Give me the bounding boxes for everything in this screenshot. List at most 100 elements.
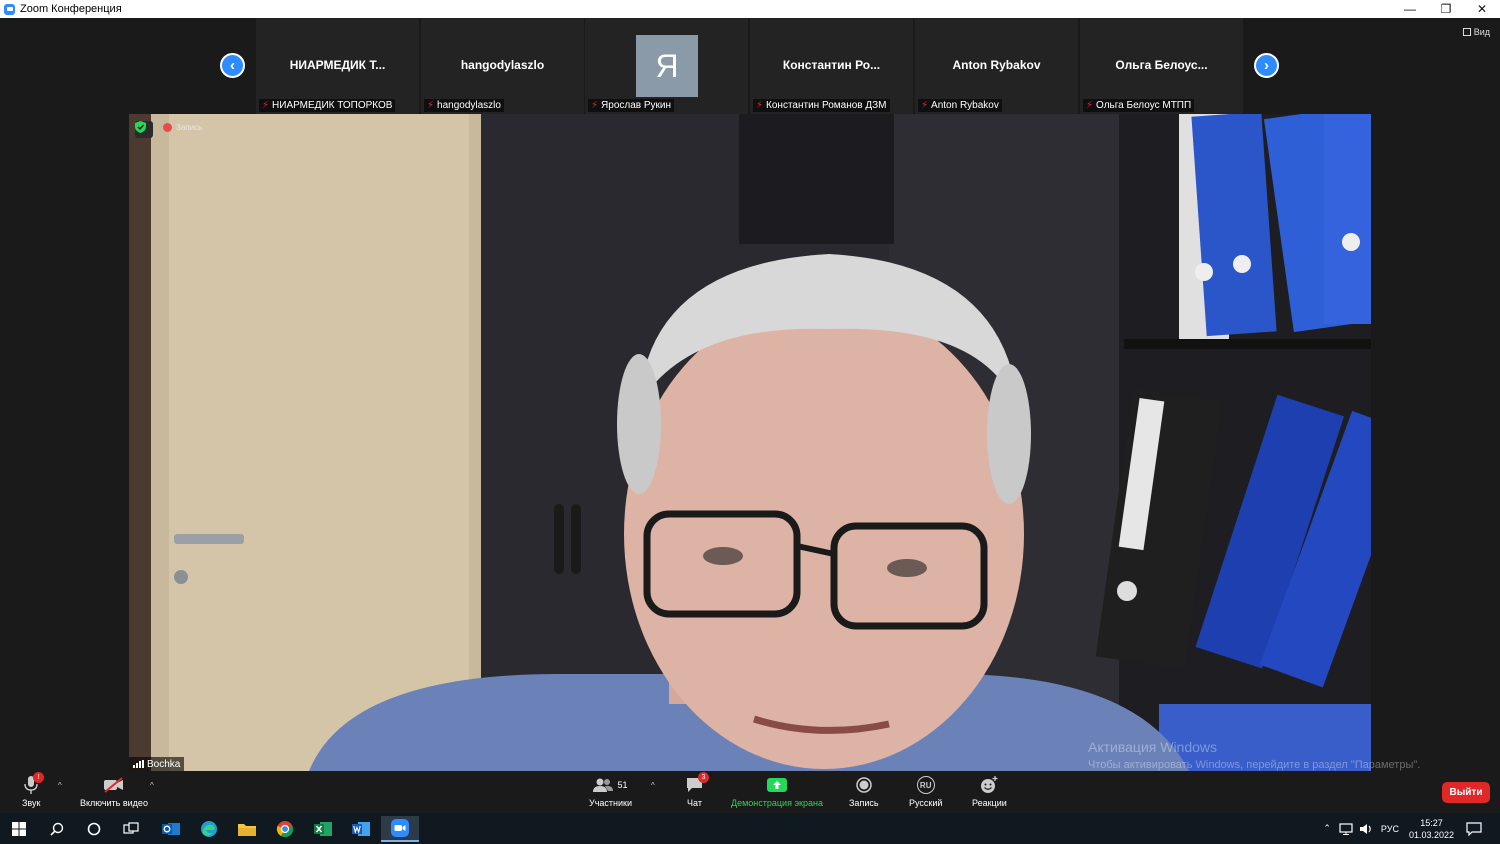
task-view-button[interactable] bbox=[112, 816, 150, 842]
video-off-icon bbox=[103, 777, 123, 793]
participant-display-name: hangodylaszlo bbox=[460, 58, 545, 72]
video-frame-image bbox=[129, 114, 1371, 771]
participant-tile[interactable]: Anton Rybakov ⚡ Anton Rybakov bbox=[915, 18, 1078, 114]
gallery-prev-button[interactable]: ‹ bbox=[220, 53, 245, 78]
reactions-button[interactable]: Реакции bbox=[972, 775, 1007, 808]
chat-button[interactable]: 3 Чат bbox=[686, 772, 709, 808]
clock-time: 15:27 bbox=[1420, 817, 1443, 828]
taskbar-edge[interactable] bbox=[190, 816, 228, 842]
recording-dot-icon bbox=[163, 123, 172, 132]
participant-display-name: НИАРМЕДИК Т... bbox=[289, 58, 386, 72]
windows-taskbar: ⌃ РУС 15:27 01.03.2022 bbox=[0, 813, 1500, 844]
participants-icon bbox=[593, 778, 614, 792]
record-button[interactable]: Запись bbox=[849, 775, 879, 808]
share-screen-icon bbox=[766, 778, 787, 792]
share-screen-label: Демонстрация экрана bbox=[731, 798, 823, 808]
taskbar-outlook[interactable] bbox=[152, 816, 190, 842]
excel-icon bbox=[314, 822, 332, 836]
participant-tile[interactable]: Я ⚡ Ярослав Рукин bbox=[585, 18, 748, 114]
participant-name-tag: ⚡ Ольга Белоус МТПП bbox=[1083, 99, 1195, 112]
chrome-icon bbox=[276, 821, 294, 838]
window-titlebar: Zoom Конференция — ❐ ✕ bbox=[0, 0, 1500, 18]
participant-avatar: Я bbox=[636, 35, 698, 97]
start-video-button[interactable]: Включить видео bbox=[80, 775, 148, 808]
participant-name-tag: ⚡ НИАРМЕДИК ТОПОРКОВ bbox=[259, 99, 396, 112]
participant-tile[interactable]: НИАРМЕДИК Т... ⚡ НИАРМЕДИК ТОПОРКОВ bbox=[256, 18, 419, 114]
participant-tile[interactable]: Ольга Белоус... ⚡ Ольга Белоус МТПП bbox=[1080, 18, 1243, 114]
search-icon bbox=[50, 822, 64, 836]
record-label: Запись bbox=[849, 798, 879, 808]
audio-label: Звук bbox=[22, 798, 41, 808]
participants-options-caret-icon[interactable]: ^ bbox=[651, 781, 655, 790]
encryption-shield-icon[interactable] bbox=[135, 121, 153, 138]
share-screen-button[interactable]: Демонстрация экрана bbox=[731, 775, 823, 808]
participant-display-name: Anton Rybakov bbox=[952, 58, 1041, 72]
task-view-icon bbox=[123, 822, 139, 834]
participant-tile[interactable]: hangodylaszlo ⚡ hangodylaszlo bbox=[421, 18, 584, 114]
notifications-icon[interactable] bbox=[1466, 821, 1482, 836]
speaker-name: Bochka bbox=[147, 758, 181, 770]
clock-date: 01.03.2022 bbox=[1408, 829, 1454, 840]
language-interpretation-button[interactable]: RU Русский bbox=[909, 775, 942, 808]
mic-muted-icon: ⚡ bbox=[921, 100, 929, 111]
active-speaker-video: Запись Bochka bbox=[129, 114, 1371, 771]
taskbar-zoom[interactable] bbox=[381, 816, 419, 842]
chevron-right-icon: › bbox=[1264, 57, 1269, 74]
chevron-left-icon: ‹ bbox=[230, 57, 235, 74]
reactions-label: Реакции bbox=[972, 798, 1007, 808]
meeting-toolbar: ! Звук ^ Включить видео ^ 51 Участники ^… bbox=[0, 771, 1500, 813]
participant-tile[interactable]: Константин Ро... ⚡ Константин Романов ДЗМ bbox=[750, 18, 913, 114]
mic-muted-icon: ⚡ bbox=[427, 100, 435, 111]
restore-button[interactable]: ❐ bbox=[1428, 0, 1464, 18]
participants-button[interactable]: 51 Участники bbox=[589, 775, 632, 808]
close-button[interactable]: ✕ bbox=[1464, 0, 1500, 18]
record-icon bbox=[856, 777, 872, 793]
outlook-icon bbox=[162, 823, 180, 835]
participants-label: Участники bbox=[589, 798, 632, 808]
taskbar-word[interactable] bbox=[342, 816, 380, 842]
edge-icon bbox=[201, 821, 217, 837]
window-title: Zoom Конференция bbox=[20, 3, 122, 15]
taskbar-search-button[interactable] bbox=[38, 816, 76, 842]
recording-indicator: Запись bbox=[163, 123, 202, 132]
signal-strength-icon bbox=[133, 760, 144, 768]
leave-meeting-button[interactable]: Выйти bbox=[1442, 782, 1490, 803]
speaker-name-tag: Bochka bbox=[129, 757, 185, 771]
windows-start-icon bbox=[12, 822, 26, 836]
network-icon[interactable] bbox=[1339, 822, 1353, 835]
windows-start-button[interactable] bbox=[0, 816, 38, 842]
view-button[interactable]: Вид bbox=[1462, 27, 1490, 37]
grid-view-icon bbox=[1462, 28, 1471, 36]
windows-activation-watermark: Активация Windows bbox=[1088, 739, 1218, 755]
system-tray: ⌃ РУС 15:27 01.03.2022 bbox=[1323, 813, 1500, 844]
view-label: Вид bbox=[1473, 27, 1490, 37]
mic-muted-icon: ⚡ bbox=[1086, 100, 1094, 111]
tray-overflow-chevron-icon[interactable]: ⌃ bbox=[1323, 823, 1331, 834]
word-icon bbox=[352, 822, 370, 836]
video-options-caret-icon[interactable]: ^ bbox=[150, 781, 154, 790]
taskbar-file-explorer[interactable] bbox=[228, 816, 266, 842]
windows-activation-hint: Чтобы активировать Windows, перейдите в … bbox=[1088, 759, 1421, 771]
input-language-indicator[interactable]: РУС bbox=[1381, 824, 1399, 834]
language-globe-icon: RU bbox=[916, 776, 935, 794]
participant-name-tag: ⚡ Константин Романов ДЗМ bbox=[753, 99, 890, 112]
participant-name-tag: ⚡ hangodylaszlo bbox=[424, 99, 504, 112]
taskbar-chrome[interactable] bbox=[266, 816, 304, 842]
taskbar-clock[interactable]: 15:27 01.03.2022 bbox=[1409, 817, 1454, 841]
minimize-button[interactable]: — bbox=[1392, 0, 1428, 18]
mic-muted-icon: ⚡ bbox=[591, 100, 599, 111]
participant-display-name: Ольга Белоус... bbox=[1115, 58, 1208, 72]
audio-options-caret-icon[interactable]: ^ bbox=[58, 781, 62, 790]
language-label: Русский bbox=[909, 798, 943, 808]
audio-button[interactable]: ! Звук bbox=[22, 772, 45, 808]
chat-label: Чат bbox=[687, 798, 702, 808]
gallery-next-button[interactable]: › bbox=[1254, 53, 1279, 78]
gallery-strip: ‹ НИАРМЕДИК Т... ⚡ НИАРМЕДИК ТОПОРКОВ han… bbox=[0, 18, 1500, 114]
cortana-button[interactable] bbox=[75, 816, 113, 842]
chat-unread-badge: 3 bbox=[698, 772, 709, 783]
mic-muted-icon: ⚡ bbox=[262, 100, 270, 111]
participants-count: 51 bbox=[617, 780, 628, 790]
volume-icon[interactable] bbox=[1359, 823, 1373, 835]
cortana-icon bbox=[87, 822, 101, 836]
taskbar-excel[interactable] bbox=[304, 816, 342, 842]
